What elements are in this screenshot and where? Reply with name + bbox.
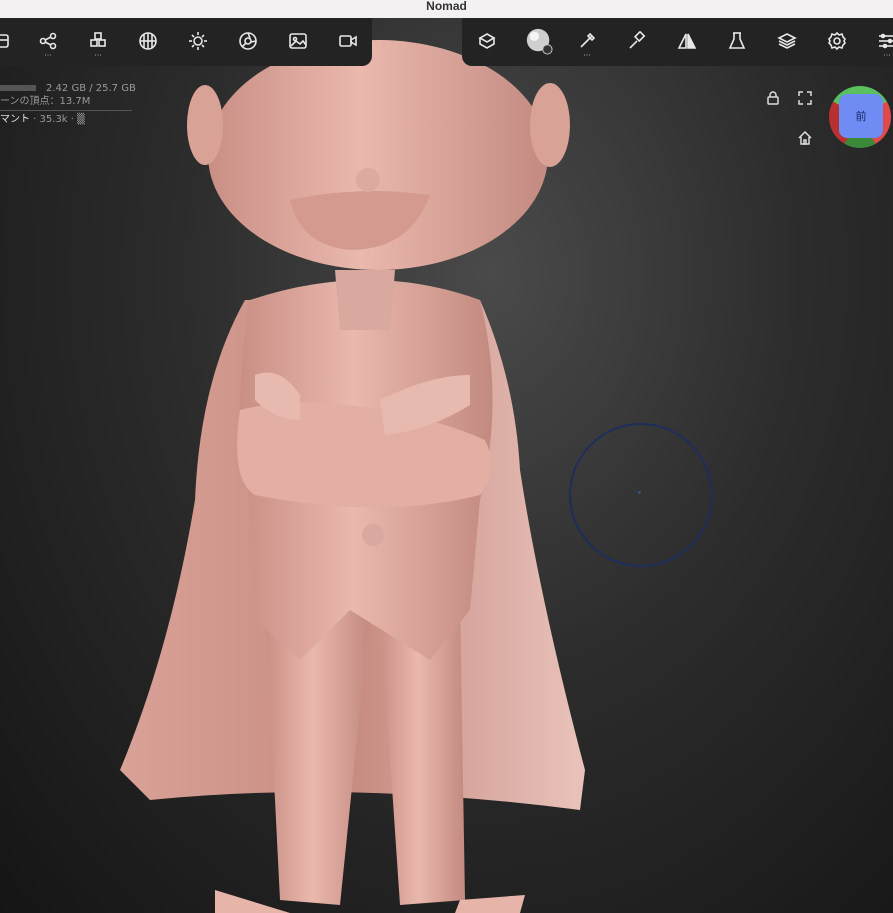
render-icon[interactable] <box>235 28 261 54</box>
left-foot <box>215 890 290 913</box>
right-ear <box>530 83 570 167</box>
selected-mesh-row[interactable]: マント · 35.3k · ▒ <box>0 113 136 126</box>
settings-icon[interactable] <box>824 28 850 54</box>
more-settings-icon[interactable]: ··· <box>874 28 893 60</box>
camera-icon[interactable] <box>335 28 361 54</box>
lighting-icon[interactable] <box>185 28 211 54</box>
left-toolbar: ··· ··· <box>0 18 372 66</box>
right-foot <box>455 895 525 913</box>
material-icon[interactable] <box>524 26 554 56</box>
paint-icon[interactable] <box>624 28 650 54</box>
more-dots: ··· <box>883 51 891 60</box>
more-dots: ··· <box>44 51 52 60</box>
primitives-icon[interactable]: ··· <box>85 28 111 60</box>
brush-cursor-center <box>638 491 641 494</box>
home-icon[interactable] <box>796 129 814 147</box>
more-dots: ··· <box>583 51 591 60</box>
left-ear <box>187 85 223 165</box>
nose <box>356 168 380 192</box>
files-icon[interactable] <box>0 28 14 54</box>
scene-graph-icon[interactable]: ··· <box>35 28 61 60</box>
view-cube[interactable]: 前 <box>829 86 891 148</box>
scene-vertices-text: ーンの頂点：13.7M <box>0 96 91 107</box>
stats-divider <box>0 110 132 111</box>
experimental-icon[interactable] <box>724 28 750 54</box>
brush-cursor-radius <box>569 423 713 567</box>
lock-icon[interactable] <box>764 89 782 107</box>
more-dots: ··· <box>94 51 102 60</box>
right-toolbar: ··· ··· <box>462 18 893 66</box>
topology-icon[interactable] <box>135 28 161 54</box>
memory-usage-row: 2.42 GB / 25.7 GB <box>0 82 136 95</box>
transform-icon[interactable] <box>474 28 500 54</box>
brush-icon[interactable]: ··· <box>574 28 600 60</box>
neck <box>335 270 395 330</box>
sculpt-model-viewport[interactable] <box>0 0 893 913</box>
selected-mesh-info: · 35.3k · ▒ <box>30 114 85 125</box>
view-cube-front-face[interactable]: 前 <box>839 94 883 138</box>
vest-button <box>362 524 384 546</box>
background-icon[interactable] <box>285 28 311 54</box>
left-leg <box>265 600 370 905</box>
memory-bar <box>0 85 36 91</box>
selected-mesh-name: マント <box>0 114 30 125</box>
symmetry-icon[interactable] <box>674 28 700 54</box>
fullscreen-icon[interactable] <box>796 89 814 107</box>
memory-usage-text: 2.42 GB / 25.7 GB <box>46 83 136 94</box>
scene-stats-panel: 2.42 GB / 25.7 GB ーンの頂点：13.7M マント · 35.3… <box>0 82 136 126</box>
layers-icon[interactable] <box>774 28 800 54</box>
